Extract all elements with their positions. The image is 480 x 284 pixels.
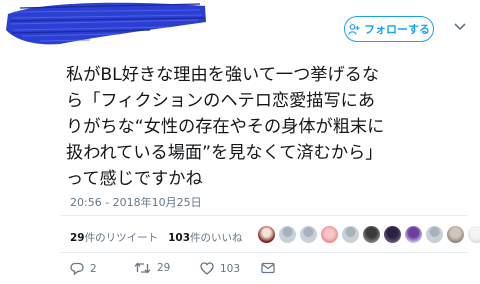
- message-button[interactable]: [261, 262, 275, 274]
- divider: [60, 215, 468, 216]
- retweet-button[interactable]: 29: [134, 262, 170, 274]
- liker-avatars: [258, 226, 480, 243]
- tweet-actions: 2 29 103: [70, 262, 290, 280]
- retweets-label: 件のリツイート: [84, 232, 159, 244]
- avatar[interactable]: [468, 226, 480, 243]
- likes-stat[interactable]: 103件のいいね: [168, 230, 242, 245]
- tweet-line: りがちな“女性の存在やその身体が粗末に: [66, 117, 385, 137]
- retweet-count: 29: [157, 262, 171, 274]
- avatar[interactable]: [447, 226, 464, 243]
- avatar[interactable]: [342, 226, 359, 243]
- likes-label: 件のいいね: [190, 232, 243, 244]
- follow-label: フォローする: [364, 23, 430, 36]
- engagement-stats: 29件のリツイート 103件のいいね: [70, 230, 243, 245]
- reply-count: 2: [90, 262, 97, 275]
- retweets-count: 29: [70, 232, 85, 244]
- divider: [60, 252, 468, 253]
- tweet-line: 私がBL好きな理由を強いて一つ挙げるな: [66, 65, 380, 85]
- tweet-line: ら「フィクションのヘテロ恋愛描写にあ: [66, 91, 376, 111]
- like-count: 103: [220, 262, 241, 275]
- avatar[interactable]: [426, 226, 443, 243]
- avatar[interactable]: [258, 226, 275, 243]
- envelope-icon: [261, 262, 275, 274]
- tweet-line: 扱われている場面”を見なくて済むから」: [66, 143, 383, 163]
- tweet-body: 私がBL好きな理由を強いて一つ挙げるな ら「フィクションのヘテロ恋愛描写にあ り…: [66, 62, 476, 192]
- likes-count: 103: [168, 232, 191, 244]
- redacted-profile-scribble: [6, 2, 206, 45]
- avatar[interactable]: [363, 226, 380, 243]
- tweet-line: って感じですかね: [66, 169, 203, 189]
- tweet-timestamp[interactable]: 20:56 - 2018年10月25日: [70, 194, 202, 210]
- like-button[interactable]: 103: [200, 262, 240, 275]
- add-person-icon: [348, 23, 360, 35]
- retweet-icon: [134, 262, 151, 274]
- avatar[interactable]: [300, 226, 317, 243]
- avatar[interactable]: [321, 226, 338, 243]
- avatar[interactable]: [279, 226, 296, 243]
- retweets-stat[interactable]: 29件のリツイート: [70, 230, 158, 245]
- reply-button[interactable]: 2: [70, 262, 97, 275]
- avatar[interactable]: [384, 226, 401, 243]
- chevron-down-icon[interactable]: [452, 19, 468, 35]
- follow-button[interactable]: フォローする: [344, 16, 434, 42]
- reply-icon: [70, 262, 84, 275]
- heart-icon: [200, 262, 214, 275]
- avatar[interactable]: [405, 226, 422, 243]
